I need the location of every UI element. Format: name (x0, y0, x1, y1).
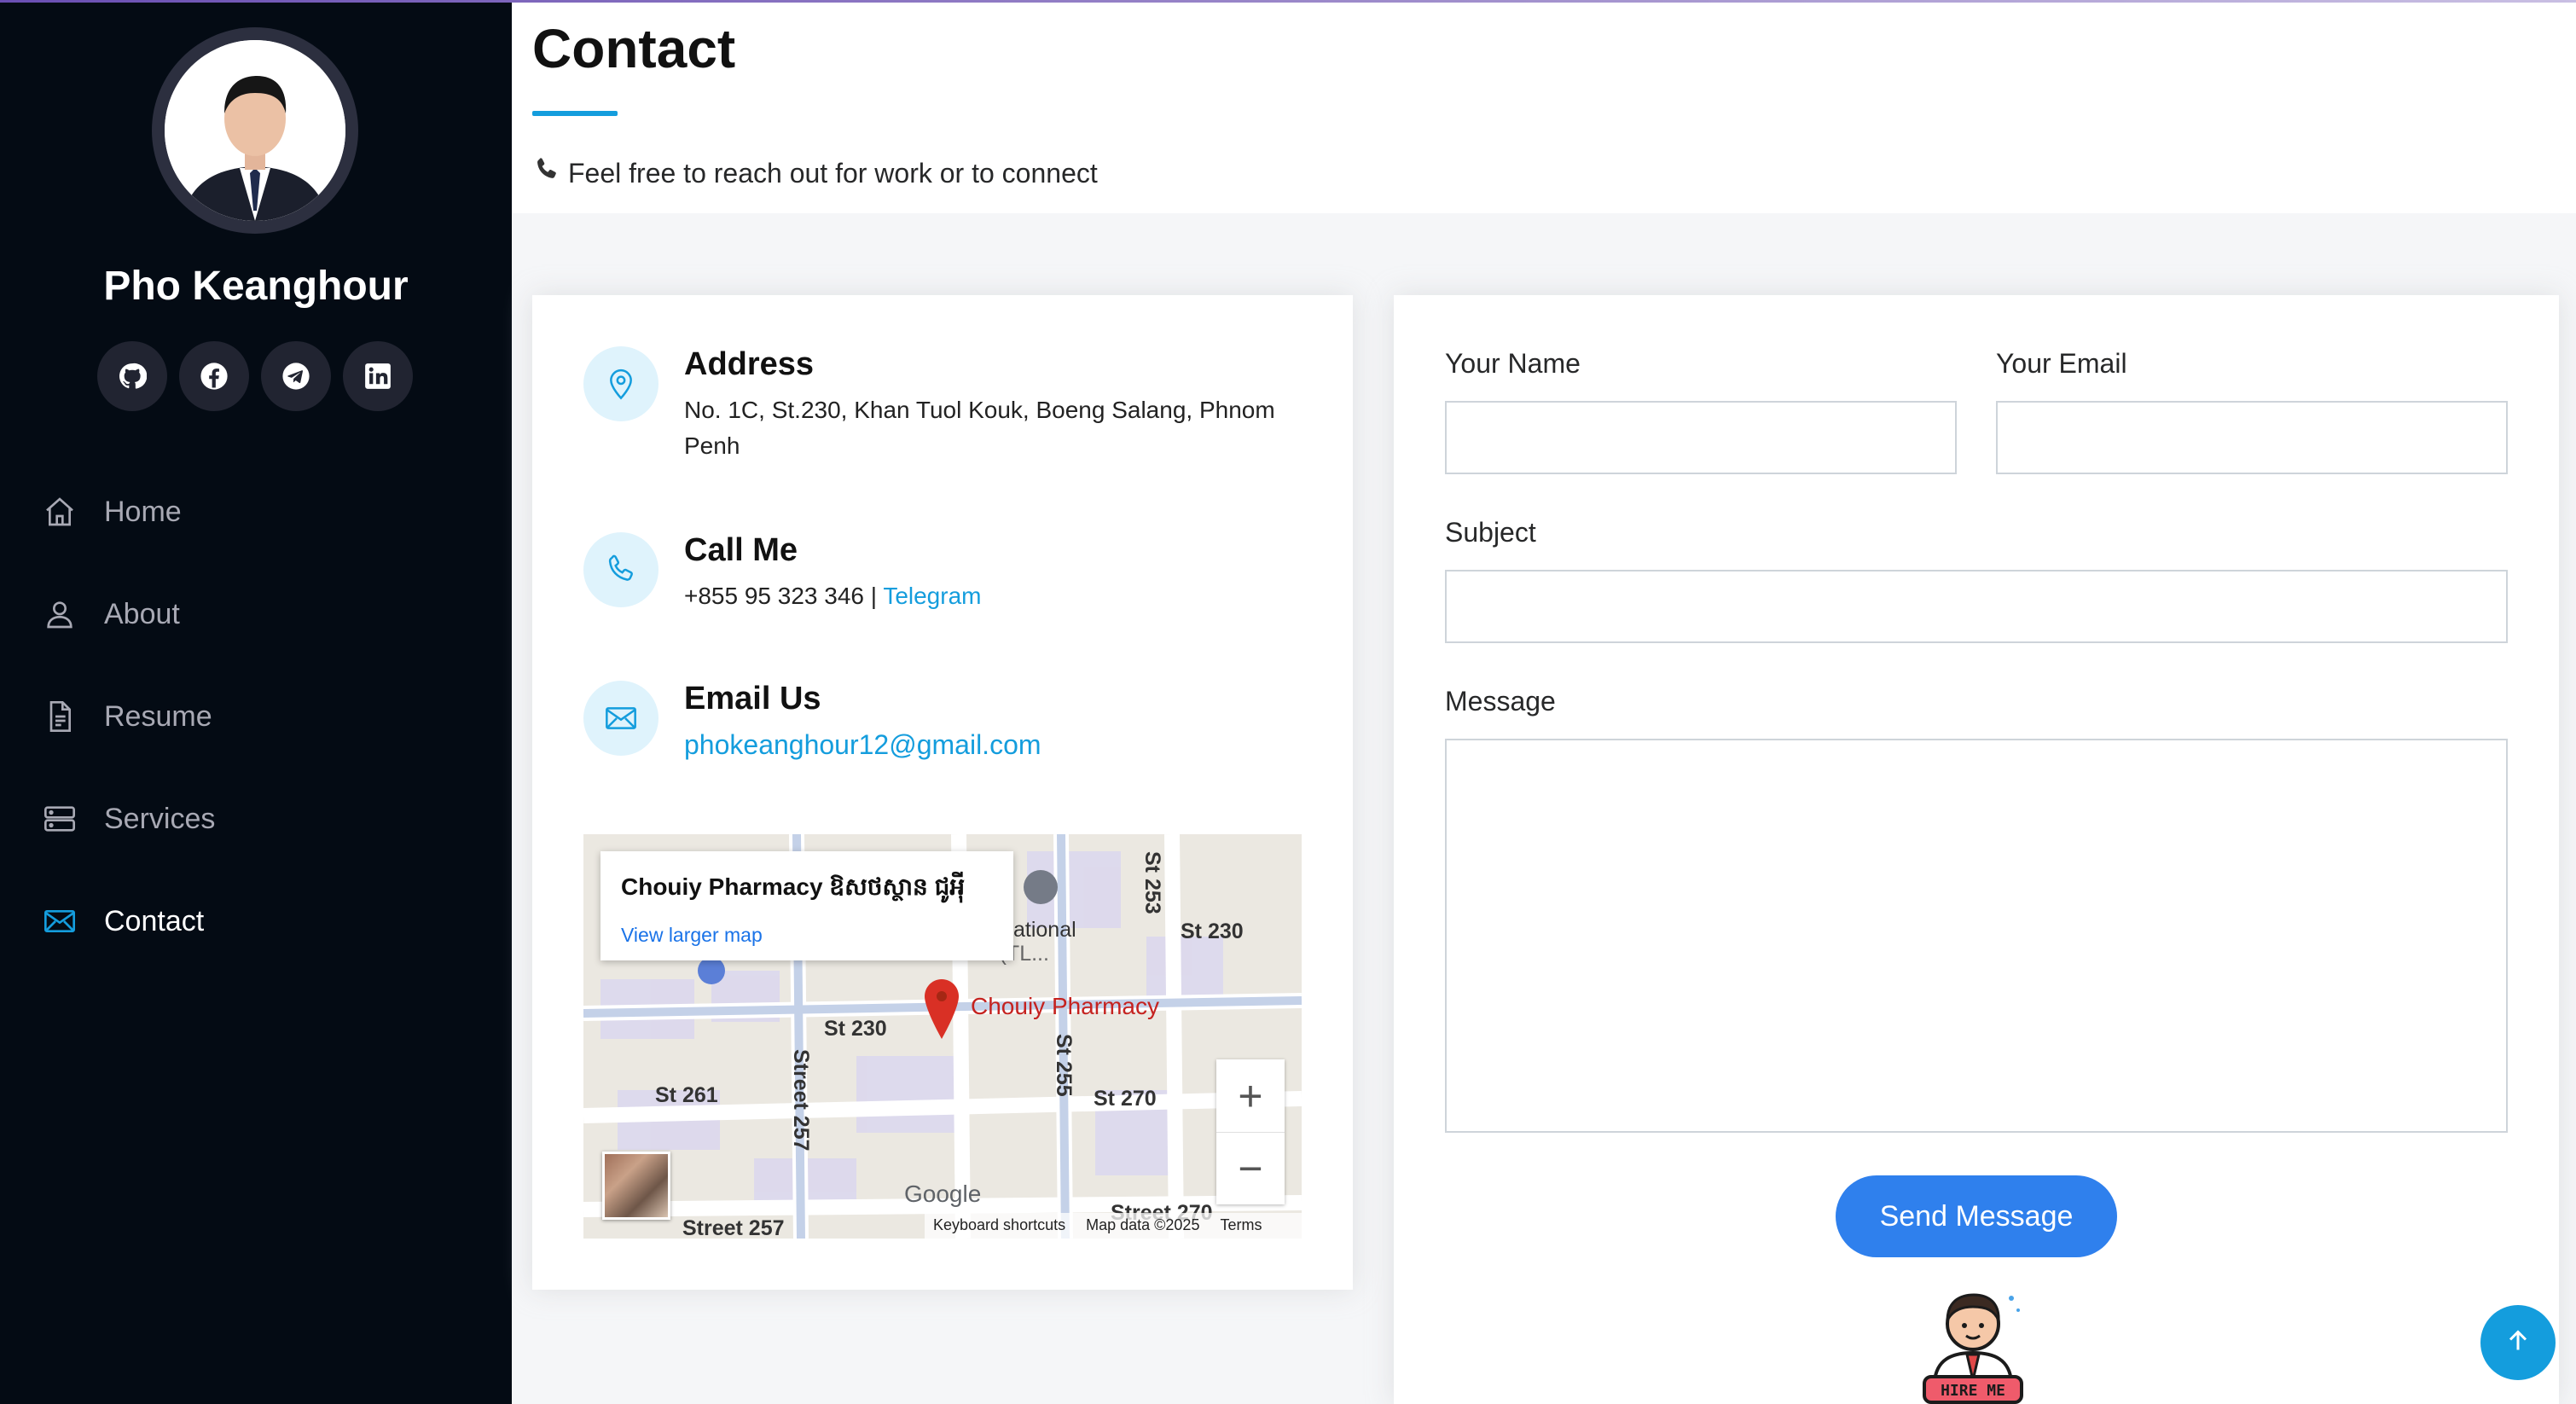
main-nav: Home About Resume Services Contact (0, 461, 512, 972)
email-input[interactable] (1996, 401, 2508, 474)
nav-label: Services (104, 802, 216, 835)
nav-item-contact[interactable]: Contact (0, 870, 512, 972)
main-content: Contact Feel free to reach out for work … (512, 0, 2576, 1404)
nav-item-home[interactable]: Home (0, 461, 512, 563)
satellite-toggle[interactable] (602, 1152, 670, 1220)
street-label: Street 257 (682, 1216, 785, 1239)
nav-label: About (104, 597, 180, 630)
view-larger-map-link[interactable]: View larger map (621, 924, 993, 947)
call-title: Call Me (684, 532, 798, 568)
back-to-top-button[interactable] (2480, 1305, 2556, 1380)
place-name: Chouiy Pharmacy ឱសថស្ថាន ជូអុី (621, 873, 966, 900)
name-label: Your Name (1445, 348, 1581, 379)
github-icon[interactable] (97, 341, 167, 411)
facebook-icon[interactable] (179, 341, 249, 411)
message-textarea[interactable] (1445, 739, 2508, 1133)
server-icon (41, 800, 78, 838)
nav-label: Home (104, 495, 182, 528)
street-label: St 253 (1140, 851, 1164, 914)
profile-name: Pho Keanghour (103, 264, 409, 309)
linkedin-icon[interactable] (343, 341, 413, 411)
page-subtitle: Feel free to reach out for work or to co… (532, 155, 1098, 191)
map-footer: Keyboard shortcuts Map data ©2025 Terms (925, 1213, 1302, 1239)
nav-item-about[interactable]: About (0, 563, 512, 665)
sidebar: Pho Keanghour Home About Resume Services… (0, 0, 512, 1404)
social-links (97, 341, 415, 411)
send-message-button[interactable]: Send Message (1836, 1175, 2117, 1257)
subject-label: Subject (1445, 517, 1536, 548)
avatar (165, 40, 345, 221)
map-zoom-controls: + − (1216, 1059, 1285, 1204)
call-text: +855 95 323 346 | Telegram (684, 578, 1298, 614)
name-input[interactable] (1445, 401, 1957, 474)
email-title: Email Us (684, 681, 821, 717)
contact-info-card: Address No. 1C, St.230, Khan Tuol Kouk, … (532, 295, 1353, 1290)
email-text: phokeanghour12@gmail.com (684, 727, 1298, 764)
email-link[interactable]: phokeanghour12@gmail.com (684, 729, 1041, 760)
hire-me-text: HIRE ME (1941, 1382, 2005, 1400)
nav-label: Resume (104, 699, 212, 733)
marker-label[interactable]: Chouiy Pharmacy (971, 993, 1159, 1020)
street-label: St 261 (655, 1083, 718, 1107)
person-icon (41, 595, 78, 633)
message-label: Message (1445, 686, 1556, 717)
file-icon (41, 698, 78, 735)
street-label: St 270 (1094, 1087, 1157, 1111)
contact-form-card: Your Name Your Email Subject Message Sen… (1394, 295, 2559, 1404)
phone-icon (583, 532, 659, 607)
nav-item-services[interactable]: Services (0, 768, 512, 870)
street-label: St 230 (824, 1017, 887, 1041)
subtitle-text: Feel free to reach out for work or to co… (568, 157, 1098, 189)
street-label: Street 257 (789, 1049, 813, 1152)
arrow-up-icon (2503, 1326, 2533, 1360)
zoom-in-button[interactable]: + (1216, 1059, 1285, 1132)
nav-item-resume[interactable]: Resume (0, 665, 512, 768)
hire-me-illustration[interactable]: HIRE ME (1917, 1281, 2028, 1404)
google-map[interactable]: St 230 St 230 St 253 St 261 Street 257 S… (583, 834, 1302, 1239)
telegram-icon[interactable] (261, 341, 331, 411)
envelope-icon (41, 902, 78, 940)
google-logo: Google (904, 1181, 982, 1207)
zoom-out-button[interactable]: − (1216, 1132, 1285, 1204)
address-text: No. 1C, St.230, Khan Tuol Kouk, Boeng Sa… (684, 397, 1275, 459)
email-label: Your Email (1996, 348, 2127, 379)
address-item: Address No. 1C, St.230, Khan Tuol Kouk, … (583, 346, 1317, 483)
map-info-popup: Chouiy Pharmacy ឱសថស្ថាន ជូអុី View larg… (600, 851, 1013, 960)
separator: | (863, 583, 884, 609)
poi-label: ational (1013, 918, 1076, 942)
call-item: Call Me +855 95 323 346 | Telegram (583, 532, 1317, 635)
phone-receiver-icon (532, 155, 561, 191)
street-label: St 255 (1052, 1034, 1076, 1097)
page-title: Contact (532, 18, 736, 79)
address-title: Address (684, 346, 815, 382)
home-icon (41, 493, 78, 531)
map-data-text: Map data ©2025 (1086, 1216, 1200, 1233)
map-pin-icon (583, 346, 659, 421)
keyboard-shortcuts-link[interactable]: Keyboard shortcuts (933, 1216, 1065, 1235)
phone-number[interactable]: +855 95 323 346 (684, 583, 864, 609)
avatar-frame (152, 27, 358, 234)
subject-input[interactable] (1445, 570, 2508, 643)
street-label: St 230 (1181, 920, 1244, 943)
nav-label: Contact (104, 904, 205, 937)
envelope-icon (583, 681, 659, 756)
terms-link[interactable]: Terms (1220, 1216, 1262, 1235)
email-item: Email Us phokeanghour12@gmail.com (583, 681, 1317, 783)
title-underline (532, 111, 618, 116)
top-accent-line (0, 0, 2576, 3)
telegram-link[interactable]: Telegram (883, 583, 981, 609)
